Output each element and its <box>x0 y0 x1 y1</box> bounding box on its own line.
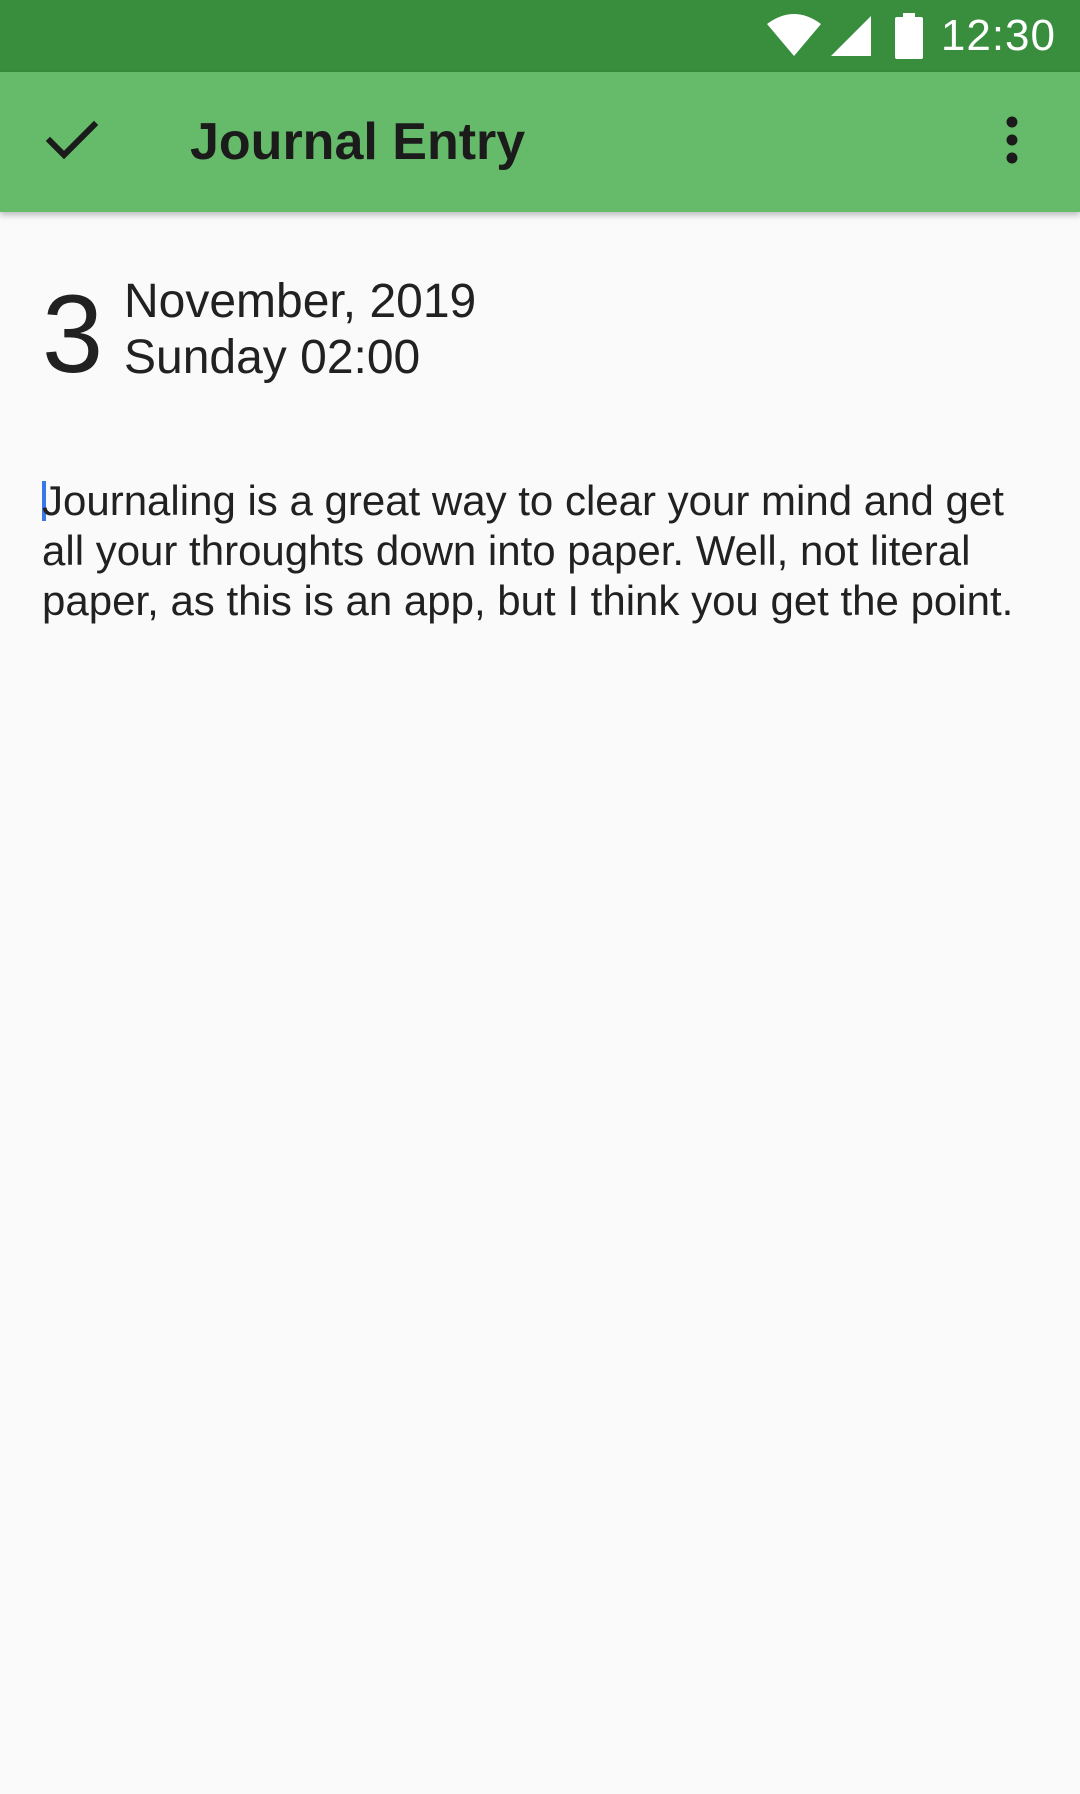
month-year: November, 2019 <box>124 275 477 328</box>
wifi-icon <box>765 14 823 58</box>
status-time: 12:30 <box>940 11 1056 60</box>
entry-body-editor[interactable]: Journaling is a great way to clear your … <box>42 476 1042 626</box>
day-number: 3 <box>42 273 104 396</box>
more-vert-icon <box>1004 116 1020 169</box>
entry-body-text: Journaling is a great way to clear your … <box>42 477 1014 624</box>
date-details: November, 2019 Sunday 02:00 <box>124 274 724 386</box>
cell-signal-icon <box>829 14 873 58</box>
battery-icon <box>894 13 923 59</box>
weekday-time: Sunday 02:00 <box>124 331 421 384</box>
status-bar: 12:30 <box>0 0 1080 72</box>
save-check-button[interactable] <box>24 94 120 190</box>
overflow-menu-button[interactable] <box>964 94 1060 190</box>
status-icons: 12:30 <box>765 0 1056 72</box>
page-title: Journal Entry <box>190 113 526 171</box>
check-icon <box>45 120 99 165</box>
app-bar: Journal Entry <box>0 72 1080 212</box>
